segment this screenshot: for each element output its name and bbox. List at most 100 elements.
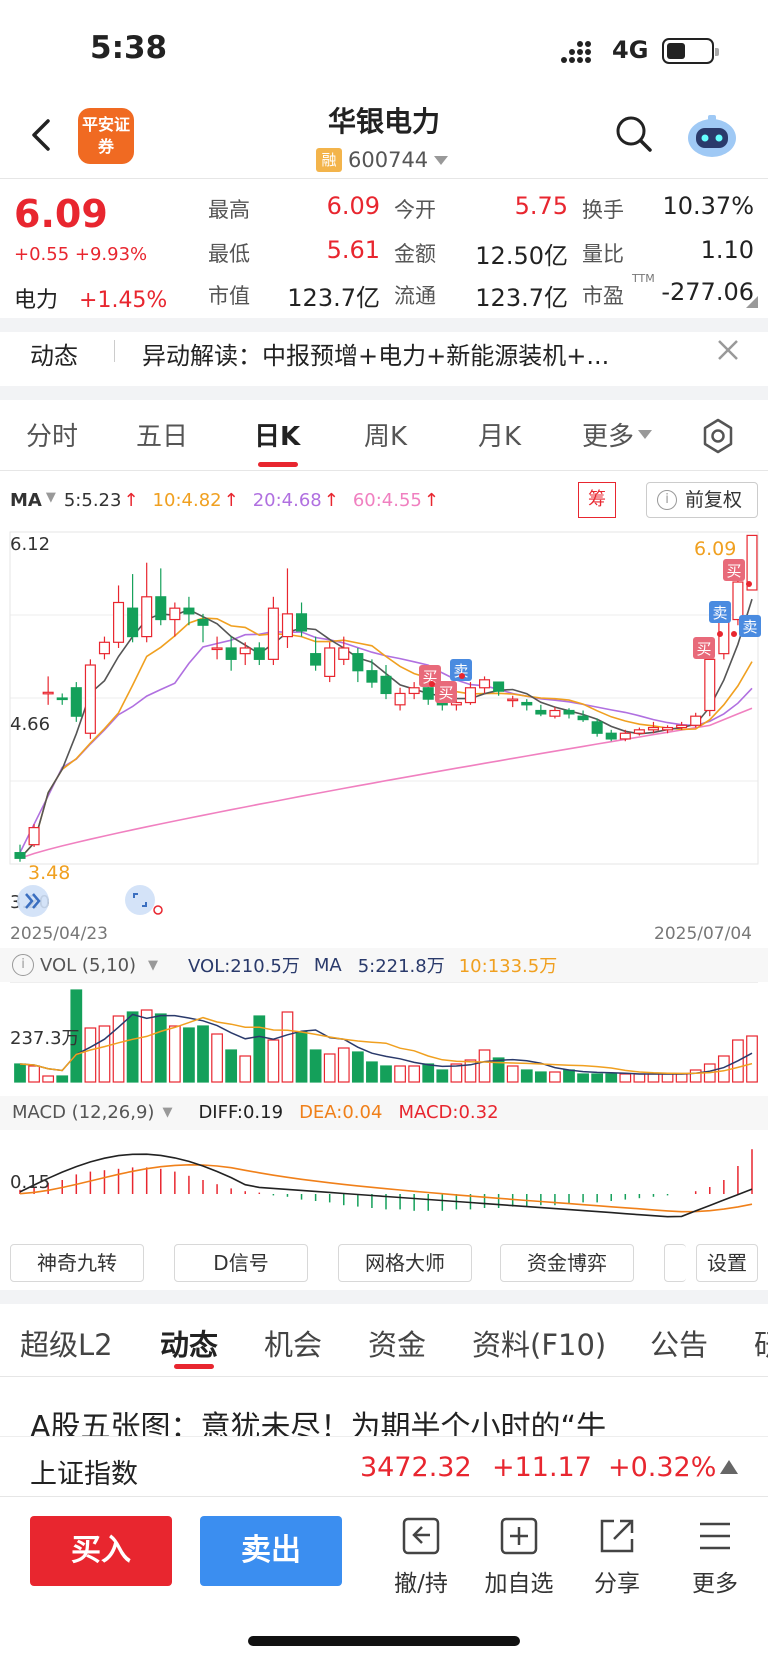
cancel-order-icon <box>376 1514 466 1558</box>
margin-trading-badge: 融 <box>316 148 342 172</box>
volume-bar <box>647 1073 660 1083</box>
dropdown-icon: ▼ <box>148 957 159 973</box>
more-button[interactable]: 更多 <box>670 1514 760 1598</box>
tab-opportunity[interactable]: 机会 <box>264 1322 322 1364</box>
scroll-left-icon[interactable] <box>16 884 50 918</box>
tool-settings[interactable]: 设置 <box>696 1244 758 1282</box>
candle-body <box>70 687 82 717</box>
gear-icon[interactable] <box>700 418 736 454</box>
volume-bar <box>140 1009 153 1083</box>
ttm-superscript: TTM <box>632 272 655 285</box>
tab-announcements[interactable]: 公告 <box>650 1322 708 1364</box>
candle-body <box>662 726 674 731</box>
info-icon: i <box>12 954 34 976</box>
tab-funds[interactable]: 资金 <box>368 1322 426 1364</box>
search-icon[interactable] <box>614 114 654 154</box>
candle-body <box>183 607 195 615</box>
ma-legend[interactable]: MA ▼ 5:5.23 ↑ 10:4.82 ↑ 20:4.68 ↑ 60:4.55 ↑ <box>10 490 439 511</box>
candle-body <box>296 613 308 632</box>
tab-f10[interactable]: 资料(F10) <box>472 1322 606 1364</box>
x-axis-end-date: 2025/07/04 <box>654 924 752 944</box>
candle-body <box>127 607 139 638</box>
macd-value: MACD:0.32 <box>398 1102 499 1123</box>
tab-research[interactable]: 研 <box>754 1322 768 1364</box>
section-separator <box>0 386 768 400</box>
add-watchlist-label: 加自选 <box>484 1571 554 1597</box>
divider <box>0 1496 768 1497</box>
candle-body <box>690 715 702 726</box>
candle-body <box>98 641 110 655</box>
fullscreen-icon[interactable] <box>124 884 164 918</box>
volume-bar <box>675 1073 688 1083</box>
tab-monthly-k[interactable]: 月K <box>478 416 521 453</box>
tab-more[interactable]: 更多 <box>582 416 653 453</box>
sector-row[interactable]: 电力 +1.45% <box>14 282 167 314</box>
tab-super-l2[interactable]: 超级L2 <box>20 1322 113 1364</box>
ma10-line <box>19 617 753 859</box>
tab-intraday[interactable]: 分时 <box>26 416 78 453</box>
candle-body <box>535 709 547 715</box>
sell-button[interactable]: 卖出 <box>200 1516 342 1586</box>
ai-assistant-icon[interactable] <box>684 112 740 160</box>
add-watchlist-button[interactable]: 加自选 <box>474 1514 564 1598</box>
dropdown-icon: ▼ <box>162 1105 173 1120</box>
volume-bar <box>506 1065 519 1083</box>
buy-button[interactable]: 买入 <box>30 1516 172 1586</box>
candle-body <box>197 618 209 626</box>
kline-chart[interactable]: 买卖买买卖卖买 <box>0 526 768 956</box>
volume-bar <box>366 1061 378 1083</box>
candle-body <box>704 658 716 712</box>
news-headline[interactable]: 异动解读：中报预增+电力+新能源装机+... <box>142 336 692 371</box>
vol-ma-label: MA <box>313 954 342 976</box>
macd-diff: DIFF:0.19 <box>198 1102 284 1123</box>
tab-five-day[interactable]: 五日 <box>136 416 188 453</box>
cancel-hold-button[interactable]: 撤/持 <box>376 1514 466 1598</box>
candle-body <box>324 647 336 677</box>
volume-bar <box>323 1053 336 1083</box>
candle-body <box>56 697 68 701</box>
price-change: +0.55 +9.93% <box>14 244 148 265</box>
candle-body <box>464 687 476 704</box>
vol-legend[interactable]: i VOL (5,10) ▼ VOL:210.5万 MA 5:221.8万 10… <box>12 952 557 978</box>
candle-body <box>225 647 237 660</box>
volume-bar <box>225 1049 238 1083</box>
volume-bar <box>633 1073 646 1083</box>
candle-body <box>239 647 251 655</box>
candle-body <box>507 698 519 702</box>
tab-daily-k[interactable]: 日K <box>254 416 300 453</box>
candle-body <box>577 715 589 721</box>
volume-bar <box>577 1073 589 1083</box>
more-label: 更多 <box>692 1571 738 1597</box>
volume-bar <box>661 1073 674 1083</box>
tool-more[interactable] <box>664 1244 686 1282</box>
tool-fund-game[interactable]: 资金博弈 <box>500 1244 634 1282</box>
candle-body <box>408 687 420 695</box>
price-adjust-button[interactable]: i 前复权 <box>646 482 758 518</box>
volume-bar <box>549 1071 561 1083</box>
tab-weekly-k[interactable]: 周K <box>364 416 407 453</box>
macd-legend[interactable]: MACD (12,26,9) ▼ DIFF:0.19 DEA:0.04 MACD… <box>12 1102 499 1123</box>
ma20-value: 20:4.68 <box>252 490 322 511</box>
candle-body <box>42 691 54 695</box>
candle-body <box>563 709 575 715</box>
candle-body <box>493 681 505 692</box>
chip-distribution-button[interactable]: 筹 <box>578 482 616 518</box>
tool-magic-nine[interactable]: 神奇九转 <box>10 1244 144 1282</box>
trade-dot <box>731 631 737 637</box>
tab-news[interactable]: 动态 <box>160 1322 218 1364</box>
share-button[interactable]: 分享 <box>572 1514 662 1598</box>
candle-body <box>394 692 406 706</box>
volume-bar <box>492 1057 505 1083</box>
candle-body <box>380 675 392 695</box>
quote-value: 123.7亿 <box>287 284 380 312</box>
close-icon[interactable] <box>716 338 740 362</box>
volume-bar <box>168 1025 181 1083</box>
candle-body <box>267 607 279 660</box>
ma60-value: 60:4.55 <box>352 490 422 511</box>
expand-corner-icon[interactable] <box>746 296 758 308</box>
candle-body <box>155 596 167 621</box>
stock-code-selector[interactable]: 融 600744 <box>316 148 449 172</box>
expand-up-icon[interactable] <box>720 1460 738 1474</box>
tool-d-signal[interactable]: D信号 <box>174 1244 308 1282</box>
tool-grid-master[interactable]: 网格大师 <box>338 1244 472 1282</box>
